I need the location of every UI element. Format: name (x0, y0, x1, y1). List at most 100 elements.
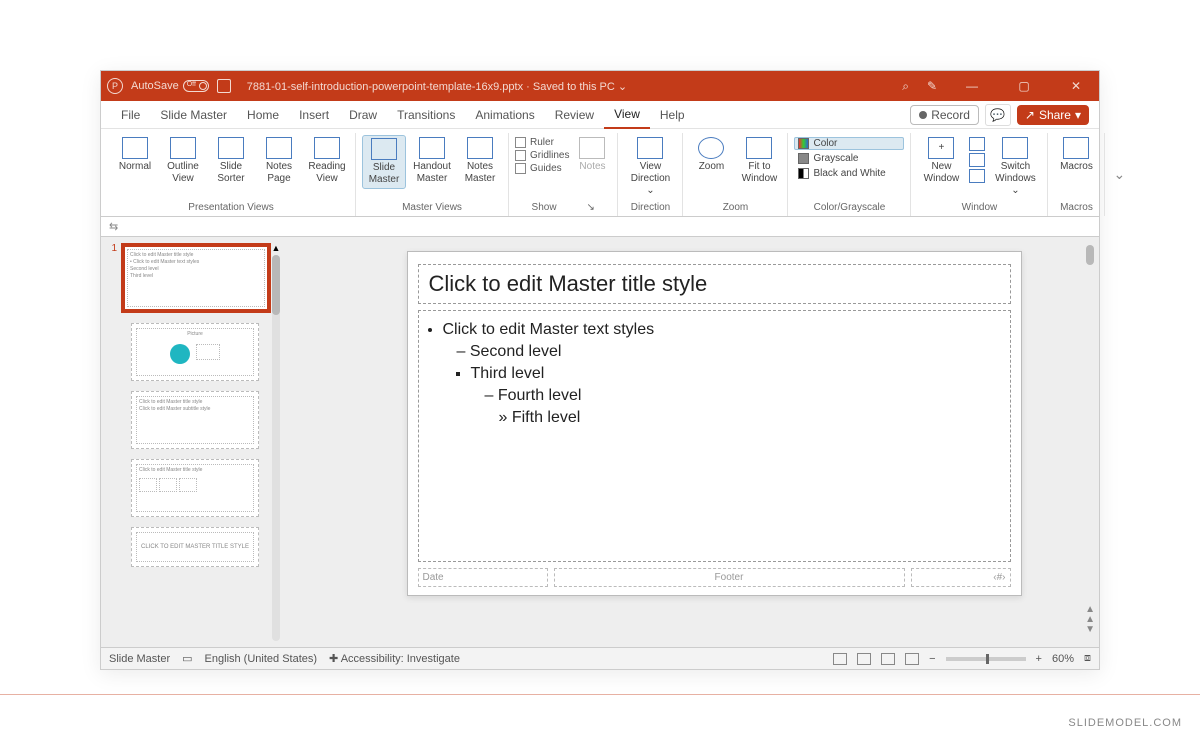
record-dot-icon (919, 111, 927, 119)
group-direction: View Direction ⌄ Direction (618, 133, 683, 216)
save-icon[interactable] (217, 79, 231, 93)
menu-file[interactable]: File (111, 101, 150, 129)
group-macros: Macros Macros (1048, 133, 1105, 216)
group-zoom: Zoom Fit to Window Zoom (683, 133, 788, 216)
switch-windows-button[interactable]: Switch Windows ⌄ (989, 135, 1041, 199)
slide-number-placeholder[interactable]: ‹#› (911, 568, 1011, 587)
group-master-views: Slide Master Handout Master Notes Master… (356, 133, 509, 216)
zoom-in-button[interactable]: + (1036, 653, 1042, 665)
handout-master-button[interactable]: Handout Master (410, 135, 454, 187)
slide-master-icon (371, 138, 397, 160)
footer-placeholder[interactable]: Footer (554, 568, 905, 587)
share-button[interactable]: ↗ Share ▾ (1017, 105, 1089, 125)
reading-icon (314, 137, 340, 159)
notes-toggle-icon[interactable]: ▭ (182, 652, 192, 665)
fit-to-window-icon[interactable]: ⧈ (1084, 652, 1091, 665)
menu-view[interactable]: View (604, 101, 650, 129)
direction-icon (637, 137, 663, 159)
macros-button[interactable]: Macros (1054, 135, 1098, 175)
notes-page-icon (266, 137, 292, 159)
maximize-button[interactable]: ▢ (1007, 79, 1041, 93)
arrange-all-icon[interactable] (969, 137, 985, 151)
group-label: Presentation Views (188, 200, 273, 216)
slide-master-button[interactable]: Slide Master (362, 135, 406, 189)
outline-icon (170, 137, 196, 159)
reading-view-icon[interactable] (881, 653, 895, 665)
accessibility-status[interactable]: ✚ Accessibility: Investigate (329, 652, 460, 665)
qat-row: ⇆ (101, 217, 1099, 237)
status-bar: Slide Master ▭ English (United States) ✚… (101, 647, 1099, 669)
slide-sorter-button[interactable]: Slide Sorter (209, 135, 253, 187)
vert-scrollbar[interactable] (1086, 245, 1094, 265)
view-direction-button[interactable]: View Direction ⌄ (624, 135, 676, 199)
zoom-value[interactable]: 60% (1052, 653, 1074, 665)
app-window: P AutoSave Off 7881-01-self-introduction… (100, 70, 1100, 670)
workspace: 1 Click to edit Master title style • Cli… (101, 237, 1099, 647)
close-button[interactable]: ✕ (1059, 79, 1093, 93)
pen-icon[interactable]: ✎ (927, 79, 937, 93)
status-language[interactable]: English (United States) (205, 653, 318, 665)
zoom-button[interactable]: Zoom (689, 135, 733, 175)
menu-slide-master[interactable]: Slide Master (150, 101, 237, 129)
titlebar: P AutoSave Off 7881-01-self-introduction… (101, 71, 1099, 101)
thumbnails-pane[interactable]: 1 Click to edit Master title style • Cli… (101, 237, 289, 647)
group-color-grayscale: Color Grayscale Black and White Color/Gr… (788, 133, 911, 216)
thumb-master[interactable]: Click to edit Master title style • Click… (121, 243, 271, 313)
notes-master-button[interactable]: Notes Master (458, 135, 502, 187)
menubar: File Slide Master Home Insert Draw Trans… (101, 101, 1099, 129)
menu-home[interactable]: Home (237, 101, 289, 129)
menu-animations[interactable]: Animations (465, 101, 544, 129)
move-split-icon[interactable] (969, 169, 985, 183)
notes-page-button[interactable]: Notes Page (257, 135, 301, 187)
slide-canvas-area: Click to edit Master title style Click t… (289, 237, 1099, 647)
sorter-view-icon[interactable] (857, 653, 871, 665)
slideshow-view-icon[interactable] (905, 653, 919, 665)
slide-master-canvas[interactable]: Click to edit Master title style Click t… (407, 251, 1022, 596)
reading-view-button[interactable]: Reading View (305, 135, 349, 187)
thumb-scrollbar[interactable]: ▲ (271, 243, 281, 641)
menu-insert[interactable]: Insert (289, 101, 339, 129)
normal-view-icon[interactable] (833, 653, 847, 665)
zoom-out-button[interactable]: − (929, 653, 935, 665)
outline-view-button[interactable]: Outline View (161, 135, 205, 187)
comments-button[interactable]: 💬 (985, 104, 1011, 126)
date-placeholder[interactable]: Date (418, 568, 548, 587)
master-index: 1 (109, 243, 119, 313)
search-icon[interactable]: ⌕ (902, 79, 909, 94)
status-mode: Slide Master (109, 653, 170, 665)
menu-review[interactable]: Review (545, 101, 604, 129)
body-placeholder[interactable]: Click to edit Master text styles Second … (418, 310, 1011, 562)
autosave-label: AutoSave (131, 80, 179, 92)
color-button[interactable]: Color (794, 137, 904, 150)
cascade-icon[interactable] (969, 153, 985, 167)
normal-button[interactable]: Normal (113, 135, 157, 175)
autosave-toggle[interactable]: AutoSave Off (131, 80, 209, 92)
menu-help[interactable]: Help (650, 101, 695, 129)
thumb-layout-2[interactable]: Click to edit Master title styleClick to… (131, 391, 259, 449)
show-launcher[interactable]: ↘ (587, 202, 595, 213)
menu-transitions[interactable]: Transitions (387, 101, 465, 129)
thumb-layout-4[interactable]: CLICK TO EDIT MASTER TITLE STYLE (131, 527, 259, 567)
handout-icon (419, 137, 445, 159)
new-window-icon: + (928, 137, 954, 159)
thumb-layout-1[interactable]: Picture (131, 323, 259, 381)
black-white-button[interactable]: Black and White (794, 167, 904, 180)
new-window-button[interactable]: +New Window (917, 135, 965, 187)
gridlines-checkbox[interactable]: Gridlines (515, 150, 569, 161)
guides-checkbox[interactable]: Guides (515, 163, 569, 174)
nav-arrows[interactable]: ▲▲▼ (1085, 605, 1095, 635)
fit-window-button[interactable]: Fit to Window (737, 135, 781, 187)
title-placeholder[interactable]: Click to edit Master title style (418, 264, 1011, 304)
sorter-icon (218, 137, 244, 159)
minimize-button[interactable]: — (955, 79, 989, 93)
record-button[interactable]: Record (910, 105, 979, 125)
zoom-slider[interactable] (946, 657, 1026, 661)
grayscale-button[interactable]: Grayscale (794, 152, 904, 165)
collapse-ribbon-button[interactable]: ⌄ (1105, 166, 1133, 183)
qat-dropdown[interactable]: ⇆ (109, 220, 118, 233)
watermark: SLIDEMODEL.COM (1068, 717, 1182, 729)
ruler-checkbox[interactable]: Ruler (515, 137, 569, 148)
group-show: Ruler Gridlines Guides Notes Show↘ (509, 133, 618, 216)
thumb-layout-3[interactable]: Click to edit Master title style (131, 459, 259, 517)
menu-draw[interactable]: Draw (339, 101, 387, 129)
